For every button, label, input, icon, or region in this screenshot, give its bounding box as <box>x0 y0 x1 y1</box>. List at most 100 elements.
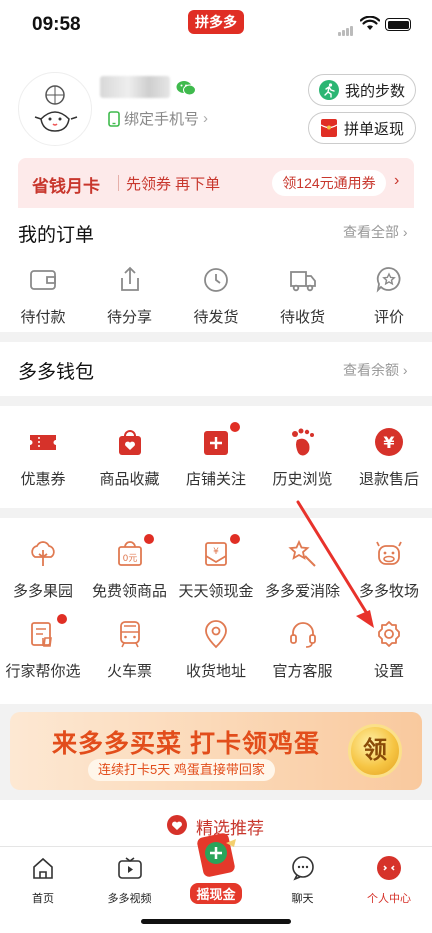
red-envelope-icon <box>320 119 338 137</box>
store-follow-shortcut[interactable]: 店铺关注 <box>173 422 259 489</box>
review-icon <box>373 264 405 296</box>
cash-envelope-icon: ¥ <box>200 534 240 570</box>
expert-pick-icon <box>27 614 67 650</box>
savecard-title: 省钱月卡 <box>32 177 100 196</box>
orchard-service[interactable]: 多多果园 <box>0 538 86 601</box>
customer-service[interactable]: 官方客服 <box>260 618 346 681</box>
service-label: 设置 <box>373 663 404 680</box>
settings-service[interactable]: 设置 <box>346 618 432 681</box>
tab-video[interactable]: 多多视频 <box>87 855 173 906</box>
service-label: 火车票 <box>106 663 152 680</box>
tab-home[interactable]: 首页 <box>0 855 86 906</box>
banner-subline: 连续打卡5天 鸡蛋直接带回家 <box>88 759 275 781</box>
tab-shake-cash[interactable]: 摇现金 <box>173 833 259 906</box>
refund-aftersale-shortcut[interactable]: ¥ 退款售后 <box>346 426 432 489</box>
orders-title: 我的订单 <box>18 225 95 246</box>
view-balance-link[interactable]: 查看余额 › <box>343 360 408 380</box>
service-label: 多多爱消除 <box>264 583 340 600</box>
orders-section: 我的订单 查看全部 › 待付款 待分享 待发货 待收货 评价 <box>0 210 432 332</box>
clock-icon <box>200 264 232 296</box>
shake-cash-icon <box>197 833 236 877</box>
battery-icon <box>385 18 411 31</box>
divider <box>118 175 119 191</box>
services-section: 多多果园 0元 免费领商品 ¥ 天天领现金 多多爱消除 多多牧场 行家帮你选 火… <box>0 518 432 704</box>
notification-dot <box>230 534 240 544</box>
view-all-orders-link[interactable]: 查看全部 › <box>343 222 408 242</box>
truck-icon <box>287 264 319 296</box>
tree-icon <box>27 538 59 570</box>
claim-coupon-button[interactable]: 领124元通用券 <box>272 170 386 196</box>
heart-icon <box>167 815 187 835</box>
claim-coin-button[interactable]: 领 <box>348 724 402 778</box>
train-icon <box>114 618 146 650</box>
group-refund-label: 拼单返现 <box>343 120 404 138</box>
service-label: 天天领现金 <box>178 583 254 600</box>
home-icon <box>33 857 53 879</box>
avatar[interactable] <box>18 72 92 146</box>
order-pending-receipt[interactable]: 待收货 <box>260 264 346 327</box>
favorite-bag-icon <box>114 426 146 458</box>
expert-pick-service[interactable]: 行家帮你选 <box>0 614 86 681</box>
status-time: 09:58 <box>32 14 81 35</box>
bind-phone-label: 绑定手机号 <box>124 111 200 128</box>
order-item-label: 待收货 <box>279 309 325 326</box>
wallet-section[interactable]: 多多钱包 查看余额 › <box>0 342 432 396</box>
train-ticket-service[interactable]: 火车票 <box>87 618 173 681</box>
chevron-right-icon: › <box>402 224 408 240</box>
location-icon <box>200 618 232 650</box>
bind-phone-link[interactable]: 绑定手机号 › <box>108 108 208 129</box>
video-icon <box>117 857 142 879</box>
shortcut-label: 历史浏览 <box>272 471 333 488</box>
shortcuts-section: 优惠券 商品收藏 店铺关注 历史浏览 ¥ 退款售后 <box>0 406 432 508</box>
chat-icon <box>291 856 314 881</box>
ranch-service[interactable]: 多多牧场 <box>346 538 432 601</box>
running-icon <box>318 80 339 100</box>
my-steps-button[interactable]: 我的步数 <box>308 74 416 106</box>
tab-chat[interactable]: 聊天 <box>260 855 346 906</box>
coupons-shortcut[interactable]: 优惠券 <box>0 426 86 489</box>
profile-header: 绑定手机号 › 我的步数 拼单返现 省钱月卡 先领券 再下单 领124元通用券 … <box>0 52 432 210</box>
tab-label: 个人中心 <box>367 893 411 905</box>
grocery-promo-banner[interactable]: 来多多买菜 打卡领鸡蛋 连续打卡5天 鸡蛋直接带回家 领 <box>10 712 422 790</box>
tab-label: 多多视频 <box>107 893 152 905</box>
shortcut-label: 店铺关注 <box>185 471 246 488</box>
elimination-game-service[interactable]: 多多爱消除 <box>260 538 346 601</box>
chevron-right-icon: › <box>203 110 209 127</box>
wallet-title: 多多钱包 <box>18 362 95 383</box>
order-pending-share[interactable]: 待分享 <box>87 264 173 327</box>
group-refund-button[interactable]: 拼单返现 <box>308 112 416 144</box>
chevron-right-icon: › <box>394 172 400 189</box>
wechat-icon <box>176 81 196 96</box>
footprint-icon <box>287 426 319 458</box>
service-label: 免费领商品 <box>91 583 167 600</box>
money-saving-card[interactable]: 省钱月卡 先领券 再下单 领124元通用券 › <box>18 158 414 208</box>
free-goods-icon: 0元 <box>114 534 154 570</box>
svg-text:¥: ¥ <box>213 547 219 557</box>
refund-icon: ¥ <box>373 426 405 458</box>
favorites-shortcut[interactable]: 商品收藏 <box>87 426 173 489</box>
notification-dot <box>57 614 67 624</box>
store-follow-icon <box>200 422 240 458</box>
my-steps-label: 我的步数 <box>344 82 405 100</box>
service-label: 行家帮你选 <box>5 663 81 680</box>
history-shortcut[interactable]: 历史浏览 <box>260 426 346 489</box>
daily-cash-service[interactable]: ¥ 天天领现金 <box>173 534 259 601</box>
banner-headline: 来多多买菜 打卡领鸡蛋 <box>52 730 320 758</box>
shipping-address-service[interactable]: 收货地址 <box>173 618 259 681</box>
service-label: 官方客服 <box>272 663 333 680</box>
tab-profile[interactable]: 个人中心 <box>346 855 432 906</box>
order-pending-payment[interactable]: 待付款 <box>0 264 86 327</box>
gear-icon <box>373 618 405 650</box>
home-indicator[interactable] <box>141 919 291 924</box>
wallet-icon <box>27 264 59 296</box>
order-pending-shipment[interactable]: 待发货 <box>173 264 259 327</box>
order-item-label: 待发货 <box>193 309 239 326</box>
tab-label: 摇现金 <box>190 883 242 904</box>
savecard-subtitle: 先领券 再下单 <box>126 176 221 193</box>
free-goods-service[interactable]: 0元 免费领商品 <box>87 534 173 601</box>
order-review[interactable]: 评价 <box>346 264 432 327</box>
view-all-orders-label: 查看全部 <box>343 224 399 240</box>
phone-icon <box>108 110 120 127</box>
service-label: 多多果园 <box>12 583 73 600</box>
notification-dot <box>230 422 240 432</box>
